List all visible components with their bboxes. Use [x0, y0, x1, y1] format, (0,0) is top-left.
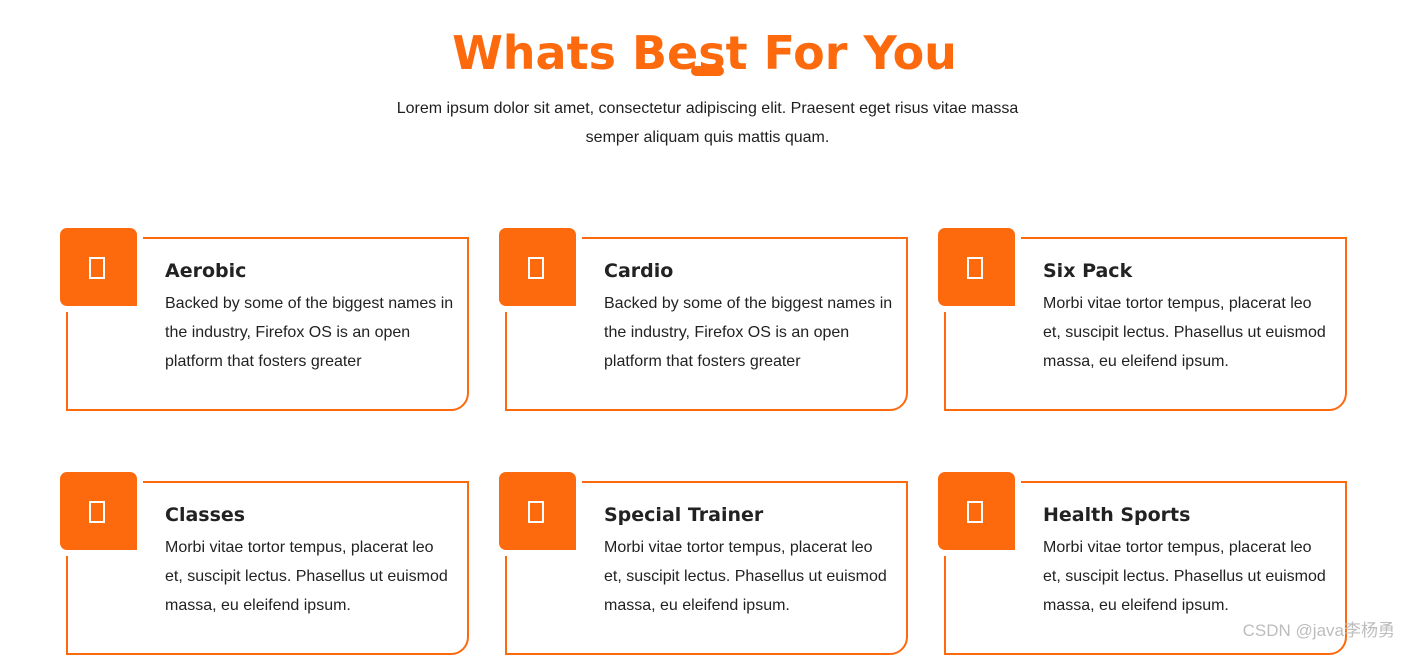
feature-card-aerobic: Aerobic Backed by some of the biggest na…: [60, 228, 470, 413]
missing-glyph-icon: [967, 257, 983, 279]
missing-glyph-icon: [89, 257, 105, 279]
card-title: Health Sports: [1043, 504, 1191, 526]
section-subtitle: Lorem ipsum dolor sit amet, consectetur …: [370, 94, 1045, 152]
card-icon-box: [60, 472, 137, 550]
card-text: Morbi vitae tortor tempus, placerat leo …: [1043, 539, 1326, 614]
card-title: Classes: [165, 504, 246, 526]
card-icon-box: [938, 228, 1015, 306]
feature-card-special-trainer: Special Trainer Morbi vitae tortor tempu…: [499, 472, 909, 657]
title-divider: [691, 66, 724, 76]
card-icon-box: [938, 472, 1015, 550]
card-icon-box: [60, 228, 137, 306]
watermark: CSDN @java李杨勇: [1242, 621, 1395, 640]
card-text: Backed by some of the biggest names in t…: [165, 295, 454, 370]
card-title: Special Trainer: [604, 504, 764, 526]
card-icon-box: [499, 228, 576, 306]
card-text: Morbi vitae tortor tempus, placerat leo …: [165, 539, 448, 614]
feature-card-six-pack: Six Pack Morbi vitae tortor tempus, plac…: [938, 228, 1348, 413]
card-title: Cardio: [604, 260, 674, 282]
missing-glyph-icon: [89, 501, 105, 523]
missing-glyph-icon: [528, 257, 544, 279]
feature-card-classes: Classes Morbi vitae tortor tempus, place…: [60, 472, 470, 657]
subtitle-line-1: Lorem ipsum dolor sit amet, consectetur …: [396, 100, 1019, 117]
card-title: Aerobic: [165, 260, 247, 282]
card-text: Morbi vitae tortor tempus, placerat leo …: [604, 539, 887, 614]
card-title: Six Pack: [1043, 260, 1133, 282]
missing-glyph-icon: [967, 501, 983, 523]
card-icon-box: [499, 472, 576, 550]
subtitle-line-2: semper aliquam quis mattis quam.: [585, 129, 830, 146]
feature-card-cardio: Cardio Backed by some of the biggest nam…: [499, 228, 909, 413]
card-text: Backed by some of the biggest names in t…: [604, 295, 893, 370]
card-text: Morbi vitae tortor tempus, placerat leo …: [1043, 295, 1326, 370]
missing-glyph-icon: [528, 501, 544, 523]
